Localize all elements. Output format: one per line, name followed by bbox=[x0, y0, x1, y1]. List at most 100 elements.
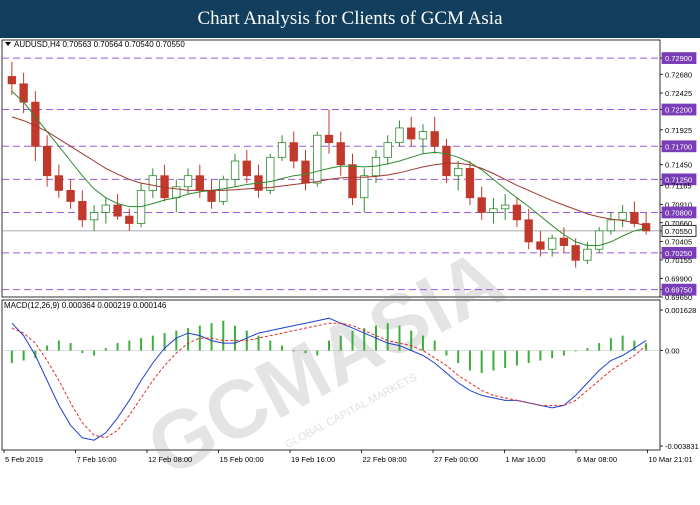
price-tick-label: 0.69900 bbox=[665, 275, 692, 284]
candle-body bbox=[512, 204, 522, 221]
macd-histogram-bar bbox=[187, 328, 190, 351]
symbol-readout: AUDUSD,H4 0.70563 0.70564 0.70540 0.7055… bbox=[14, 40, 185, 49]
candle-body bbox=[360, 175, 369, 199]
macd-histogram-bar bbox=[527, 350, 530, 364]
macd-histogram-bar bbox=[398, 325, 401, 351]
time-tick-label: 10 Mar 21:01 bbox=[649, 455, 693, 464]
candle-body bbox=[348, 164, 357, 199]
macd-histogram-bar bbox=[468, 350, 471, 371]
candle-body bbox=[277, 142, 287, 158]
candle-body bbox=[489, 208, 498, 213]
candle-body bbox=[395, 127, 404, 144]
candle-body bbox=[289, 142, 298, 162]
macd-tick-label: 0.00 bbox=[665, 347, 680, 356]
price-tick-label: 0.70405 bbox=[665, 237, 692, 246]
macd-histogram-bar bbox=[598, 343, 601, 351]
macd-histogram-bar bbox=[22, 350, 25, 361]
price-tick-label: 0.72200 bbox=[665, 106, 692, 115]
time-tick-label: 5 Feb 2019 bbox=[5, 455, 43, 464]
macd-histogram-bar bbox=[339, 335, 342, 351]
price-tick-label: 0.70155 bbox=[665, 256, 692, 265]
candle-body bbox=[524, 219, 533, 243]
candle-body bbox=[465, 167, 475, 199]
candle-body bbox=[66, 190, 75, 202]
candle-body bbox=[101, 204, 110, 213]
candle-body bbox=[266, 156, 275, 191]
price-tick-label: 0.72425 bbox=[665, 89, 692, 98]
candle-body bbox=[7, 76, 17, 85]
time-tick-label: 7 Feb 16:00 bbox=[77, 455, 117, 464]
macd-histogram-bar bbox=[433, 340, 436, 351]
macd-histogram-bar bbox=[562, 350, 565, 356]
candle-body bbox=[113, 204, 122, 217]
candle-body bbox=[207, 190, 216, 202]
macd-histogram-bar bbox=[504, 350, 507, 368]
macd-histogram-bar bbox=[304, 350, 307, 354]
candle-body bbox=[571, 245, 580, 261]
macd-histogram-bar bbox=[210, 323, 213, 351]
time-tick-label: 15 Feb 00:00 bbox=[220, 455, 264, 464]
macd-histogram-bar bbox=[69, 343, 72, 351]
candle-body bbox=[54, 175, 64, 191]
candle-body bbox=[313, 134, 322, 184]
price-chart-svg: GCMASIA GLOBAL CAPITAL MARKETS 0.729000.… bbox=[1, 39, 699, 494]
candle-body bbox=[242, 160, 251, 177]
candle-body bbox=[125, 215, 134, 224]
macd-histogram-bar bbox=[10, 350, 13, 364]
candle-body bbox=[583, 248, 592, 261]
time-tick-label: 19 Feb 16:00 bbox=[291, 455, 335, 464]
time-tick-label: 1 Mar 16:00 bbox=[506, 455, 546, 464]
price-axis: 0.72900 0.72680 0.72425 0.72200 0.71925 0.717… bbox=[660, 52, 697, 302]
macd-histogram-bar bbox=[421, 335, 424, 351]
macd-histogram-bar bbox=[104, 348, 107, 351]
macd-tick-label: -0.003831 bbox=[665, 442, 699, 451]
time-tick-label: 27 Feb 00:00 bbox=[434, 455, 478, 464]
macd-histogram-bar bbox=[410, 330, 413, 351]
candle-body bbox=[594, 230, 604, 250]
price-tick-label: 0.71450 bbox=[665, 161, 692, 170]
macd-histogram-bar bbox=[116, 343, 119, 351]
candle-body bbox=[618, 212, 627, 221]
macd-tick-label: 0.001628 bbox=[665, 306, 696, 315]
macd-histogram-bar bbox=[492, 350, 495, 371]
macd-readout: MACD(12,26,9) 0.000364 0.000219 0.000146 bbox=[4, 301, 167, 310]
candle-body bbox=[548, 237, 557, 250]
candle-body bbox=[477, 197, 486, 213]
macd-histogram-bar bbox=[128, 340, 131, 351]
candle-body bbox=[301, 160, 310, 184]
macd-histogram-bar bbox=[551, 350, 554, 359]
time-tick-label: 12 Feb 08:00 bbox=[148, 455, 192, 464]
macd-histogram-bar bbox=[328, 340, 330, 351]
macd-histogram-bar bbox=[351, 330, 354, 351]
macd-histogram-bar bbox=[222, 320, 225, 351]
candle-body bbox=[195, 175, 204, 191]
macd-histogram-bar bbox=[586, 348, 589, 351]
candle-body bbox=[183, 175, 193, 188]
candle-body bbox=[606, 219, 616, 232]
candle-body bbox=[78, 201, 87, 221]
macd-histogram-bar bbox=[140, 338, 143, 351]
macd-histogram-bar bbox=[198, 325, 201, 351]
time-tick-label: 22 Feb 08:00 bbox=[363, 455, 407, 464]
macd-histogram-bar bbox=[57, 340, 60, 351]
price-tick-label: 0.71700 bbox=[665, 142, 692, 151]
macd-histogram-bar bbox=[281, 345, 284, 351]
candle-body bbox=[383, 142, 392, 158]
candle-body bbox=[418, 131, 428, 140]
macd-histogram-bar bbox=[93, 350, 96, 356]
macd-histogram-bar bbox=[316, 350, 319, 356]
macd-histogram-bar bbox=[234, 325, 237, 351]
price-tick-label: 0.70550 bbox=[665, 227, 692, 236]
macd-histogram-bar bbox=[363, 328, 366, 351]
macd-histogram-bar bbox=[269, 340, 272, 351]
macd-histogram-bar bbox=[609, 338, 612, 351]
macd-histogram-bar bbox=[292, 350, 295, 352]
candle-body bbox=[42, 145, 52, 177]
candle-body bbox=[336, 142, 345, 166]
macd-histogram-bar bbox=[515, 350, 518, 366]
title-banner: Chart Analysis for Clients of GCM Asia bbox=[0, 0, 700, 38]
price-tick-label: 0.72900 bbox=[665, 54, 692, 63]
candle-body bbox=[430, 131, 439, 147]
candle-body bbox=[454, 167, 463, 177]
time-axis: 5 Feb 2019 7 Feb 16:00 12 Feb 08:00 15 Feb … bbox=[3, 450, 693, 464]
